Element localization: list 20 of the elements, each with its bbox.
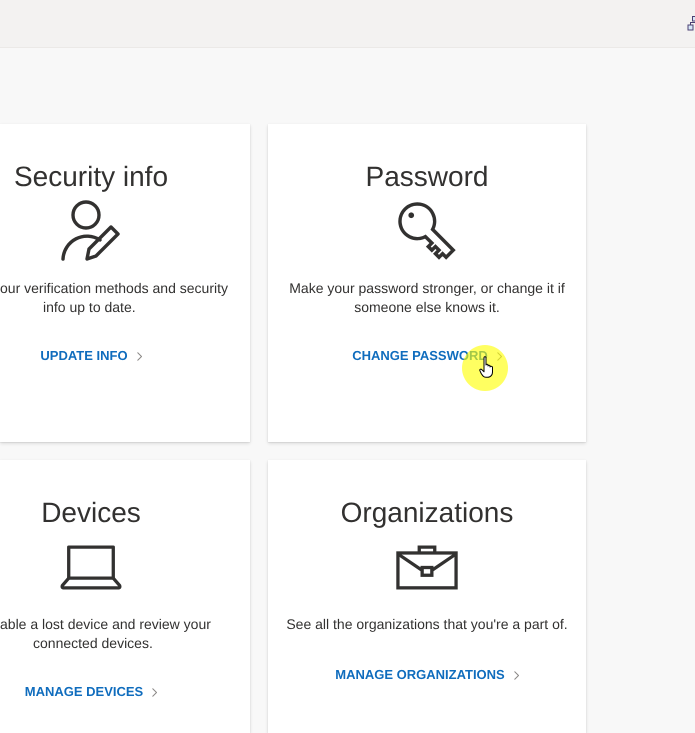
card-title: Password (366, 160, 488, 194)
chevron-right-icon (152, 688, 158, 696)
card-title: Devices (41, 496, 141, 530)
card-description: Make your password stronger, or change it if someone else knows it. (288, 279, 566, 317)
action-link[interactable]: MANAGE DEVICES (24, 682, 158, 702)
chevron-right-icon (496, 352, 502, 360)
card-title: Security info (14, 160, 168, 194)
card-description: See all the organizations that you're a part of. (285, 615, 569, 634)
action-link[interactable]: MANAGE ORGANIZATIONS (335, 665, 519, 685)
briefcase-icon (396, 544, 458, 590)
laptop-icon (60, 544, 122, 590)
card-description: our verification methods and security info up to date. (0, 279, 229, 317)
key-icon (398, 202, 456, 260)
chevron-right-icon (136, 352, 142, 360)
card-description: able a lost device and review your connected devices. (0, 615, 212, 653)
card-title: Organizations (340, 496, 514, 530)
person-pencil-icon (61, 200, 121, 262)
network-icon[interactable] (687, 16, 695, 31)
chevron-right-icon (514, 670, 519, 680)
action-link[interactable]: UPDATE INFO (40, 346, 142, 366)
